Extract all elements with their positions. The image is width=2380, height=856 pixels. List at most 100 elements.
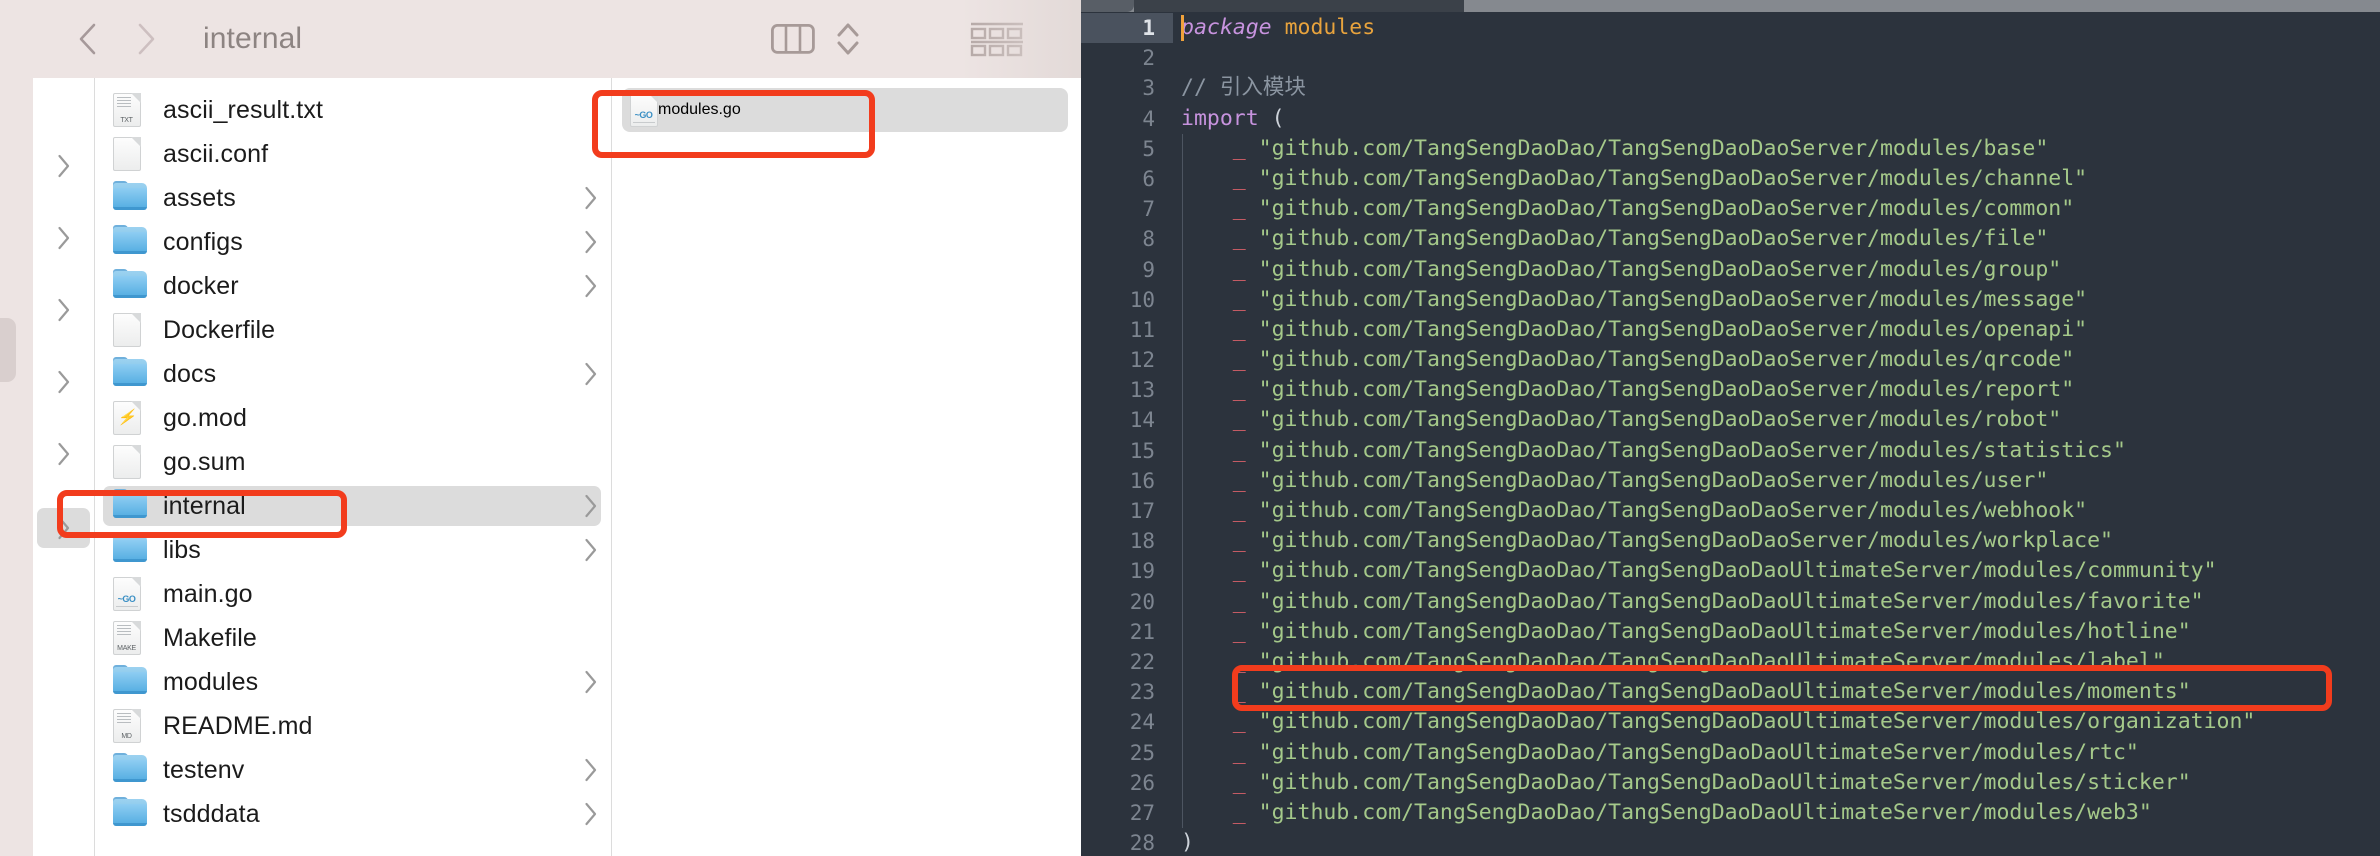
sort-order-stepper[interactable] — [831, 17, 865, 61]
breadcrumb: internal — [203, 22, 302, 56]
code-line[interactable]: 21 _ "github.com/TangSengDaoDao/TangSeng… — [1081, 617, 2380, 647]
disclosure-chevron-icon[interactable] — [583, 801, 599, 827]
row-icon-slot: ~GO — [113, 577, 147, 611]
disclosure-chevron-icon[interactable] — [583, 669, 599, 695]
code-line-text: _ "github.com/TangSengDaoDao/TangSengDao… — [1173, 466, 2048, 496]
code-line[interactable]: 12 _ "github.com/TangSengDaoDao/TangSeng… — [1081, 345, 2380, 375]
code-token: "github.com/TangSengDaoDao/TangSengDaoDa… — [1259, 226, 2049, 251]
go-file-icon: ~GO — [630, 93, 658, 127]
folder-icon — [113, 269, 147, 299]
previous-column-row[interactable] — [33, 432, 94, 476]
file-list-row[interactable]: testenv — [95, 748, 611, 792]
file-list-row[interactable]: assets — [95, 176, 611, 220]
code-line[interactable]: 10 _ "github.com/TangSengDaoDao/TangSeng… — [1081, 285, 2380, 315]
selected-file-column[interactable]: ~GOmodules.go — [612, 78, 1080, 856]
txt-file-icon: TXT — [113, 93, 141, 127]
file-list-row[interactable]: TXTascii_result.txt — [95, 88, 611, 132]
code-line[interactable]: 5 _ "github.com/TangSengDaoDao/TangSengD… — [1081, 134, 2380, 164]
line-number: 9 — [1081, 255, 1173, 285]
file-list-row[interactable]: docs — [95, 352, 611, 396]
code-line[interactable]: 11 _ "github.com/TangSengDaoDao/TangSeng… — [1081, 315, 2380, 345]
row-icon-slot — [113, 445, 147, 479]
code-token: _ — [1181, 438, 1259, 463]
file-list-row[interactable]: libs — [95, 528, 611, 572]
code-token: _ — [1181, 347, 1259, 372]
previous-column-row[interactable] — [33, 288, 94, 332]
file-list-row[interactable]: Dockerfile — [95, 308, 611, 352]
disclosure-chevron-icon[interactable] — [583, 229, 599, 255]
line-number: 16 — [1081, 466, 1173, 496]
disclosure-chevron-icon[interactable] — [583, 273, 599, 299]
code-token: "github.com/TangSengDaoDao/TangSengDaoDa… — [1259, 347, 2074, 372]
file-list-row[interactable]: MAKEMakefile — [95, 616, 611, 660]
file-list-row[interactable]: configs — [95, 220, 611, 264]
code-line[interactable]: 13 _ "github.com/TangSengDaoDao/TangSeng… — [1081, 375, 2380, 405]
code-line[interactable]: 7 _ "github.com/TangSengDaoDao/TangSengD… — [1081, 194, 2380, 224]
previous-column-row[interactable] — [33, 506, 94, 550]
code-token: import — [1181, 106, 1259, 131]
code-line[interactable]: 14 _ "github.com/TangSengDaoDao/TangSeng… — [1081, 405, 2380, 435]
code-line[interactable]: 28) — [1081, 828, 2380, 856]
file-list-row[interactable]: ascii.conf — [95, 132, 611, 176]
editor-tab-bar[interactable] — [1081, 0, 2380, 13]
group-items-icon[interactable] — [965, 19, 1029, 59]
code-token: // 引入模块 — [1181, 75, 1306, 100]
code-line[interactable]: 20 _ "github.com/TangSengDaoDao/TangSeng… — [1081, 587, 2380, 617]
disclosure-chevron-icon[interactable] — [583, 185, 599, 211]
code-line[interactable]: 17 _ "github.com/TangSengDaoDao/TangSeng… — [1081, 496, 2380, 526]
back-button[interactable] — [73, 22, 103, 56]
code-text-area[interactable]: 1package modules23// 引入模块4import (5 _ "g… — [1081, 13, 2380, 856]
code-line[interactable]: 19 _ "github.com/TangSengDaoDao/TangSeng… — [1081, 556, 2380, 586]
code-line[interactable]: 23 _ "github.com/TangSengDaoDao/TangSeng… — [1081, 677, 2380, 707]
file-list-row[interactable]: modules — [95, 660, 611, 704]
code-line[interactable]: 27 _ "github.com/TangSengDaoDao/TangSeng… — [1081, 798, 2380, 828]
code-line[interactable]: 3// 引入模块 — [1081, 73, 2380, 103]
code-token: _ — [1181, 800, 1259, 825]
file-list-row[interactable]: tsdddata — [95, 792, 611, 836]
code-line[interactable]: 9 _ "github.com/TangSengDaoDao/TangSengD… — [1081, 255, 2380, 285]
code-line[interactable]: 25 _ "github.com/TangSengDaoDao/TangSeng… — [1081, 738, 2380, 768]
file-list-row[interactable]: go.sum — [95, 440, 611, 484]
editor-inactive-tab[interactable] — [1464, 0, 1524, 12]
row-icon-slot — [113, 269, 147, 303]
code-line[interactable]: 22 _ "github.com/TangSengDaoDao/TangSeng… — [1081, 647, 2380, 677]
disclosure-chevron-icon[interactable] — [583, 537, 599, 563]
row-icon-slot — [113, 225, 147, 259]
code-line[interactable]: 2 — [1081, 43, 2380, 73]
code-token: _ — [1181, 649, 1259, 674]
forward-button[interactable] — [131, 22, 161, 56]
internal-folder-row[interactable]: internal — [95, 484, 611, 528]
code-line[interactable]: 6 _ "github.com/TangSengDaoDao/TangSengD… — [1081, 164, 2380, 194]
code-line[interactable]: 8 _ "github.com/TangSengDaoDao/TangSengD… — [1081, 224, 2380, 254]
disclosure-chevron-icon[interactable] — [583, 493, 599, 519]
previous-column-row[interactable] — [33, 360, 94, 404]
column-view-icon[interactable] — [765, 19, 821, 59]
code-line[interactable]: 26 _ "github.com/TangSengDaoDao/TangSeng… — [1081, 768, 2380, 798]
file-name-label: modules.go — [658, 101, 741, 119]
code-line[interactable]: 15 _ "github.com/TangSengDaoDao/TangSeng… — [1081, 436, 2380, 466]
file-list-row[interactable]: ~GOmain.go — [95, 572, 611, 616]
code-line[interactable]: 4import ( — [1081, 104, 2380, 134]
previous-column-row[interactable] — [33, 216, 94, 260]
file-list-row[interactable]: MDREADME.md — [95, 704, 611, 748]
modules-go-file-row[interactable]: ~GOmodules.go — [612, 88, 1080, 132]
file-list-row[interactable]: docker — [95, 264, 611, 308]
code-line[interactable]: 24 _ "github.com/TangSengDaoDao/TangSeng… — [1081, 707, 2380, 737]
line-number: 22 — [1081, 647, 1173, 677]
previous-column-row[interactable] — [33, 144, 94, 188]
code-line[interactable]: 16 _ "github.com/TangSengDaoDao/TangSeng… — [1081, 466, 2380, 496]
code-line-text: ) — [1173, 828, 1194, 856]
disclosure-chevron-icon[interactable] — [583, 361, 599, 387]
code-line-text: _ "github.com/TangSengDaoDao/TangSengDao… — [1173, 738, 2139, 768]
screen-root: internal — [0, 0, 2380, 856]
file-name-label: README.md — [163, 712, 313, 741]
file-list-row[interactable]: ⚡go.mod — [95, 396, 611, 440]
line-number: 17 — [1081, 496, 1173, 526]
code-line[interactable]: 18 _ "github.com/TangSengDaoDao/TangSeng… — [1081, 526, 2380, 556]
editor-active-tab[interactable] — [1081, 0, 1134, 12]
previous-column[interactable] — [33, 78, 95, 856]
code-line[interactable]: 1package modules — [1081, 13, 2380, 43]
disclosure-chevron-icon[interactable] — [583, 757, 599, 783]
code-line-text: _ "github.com/TangSengDaoDao/TangSengDao… — [1173, 768, 2191, 798]
internal-directory-column[interactable]: TXTascii_result.txtascii.confassetsconfi… — [95, 78, 612, 856]
